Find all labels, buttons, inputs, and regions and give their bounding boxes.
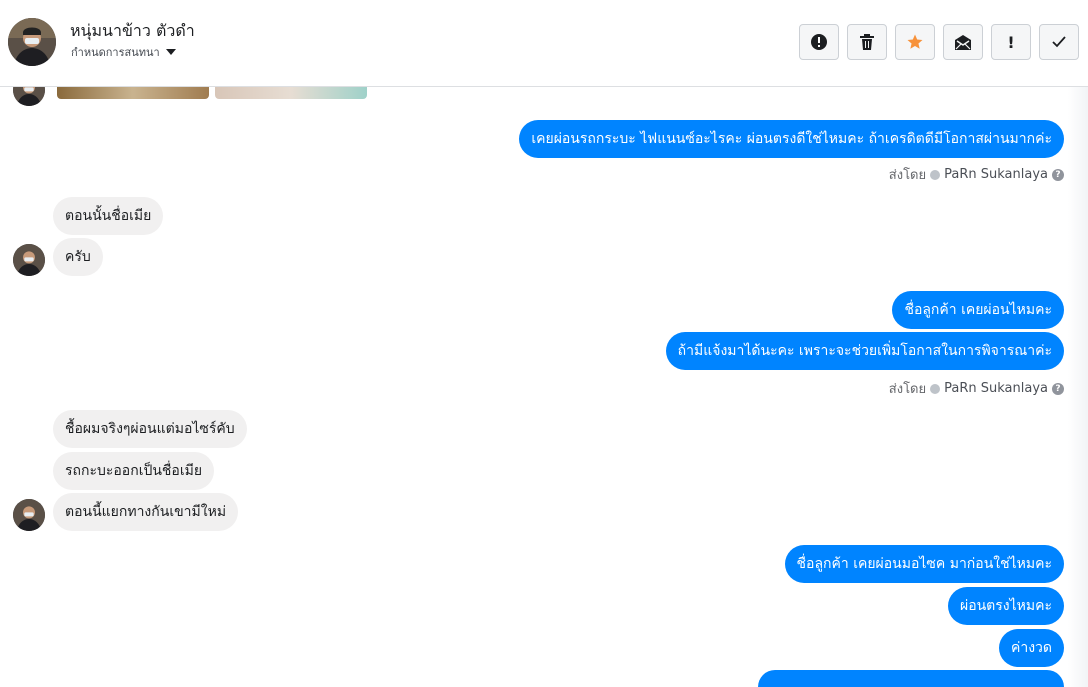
- sent-by-label: ส่งโดย PaRn Sukanlaya ?: [889, 164, 1064, 185]
- image-attachment[interactable]: [57, 87, 209, 99]
- help-icon[interactable]: ?: [1052, 168, 1064, 181]
- trash-icon: [860, 34, 874, 50]
- attachment-thumbnails: [57, 87, 367, 99]
- contact-name[interactable]: หนุ่มนาข้าว ตัวดำ: [70, 19, 195, 44]
- contact-avatar-small: [13, 499, 45, 531]
- sent-by-prefix: ส่งโดย: [888, 382, 927, 397]
- star-button[interactable]: [895, 24, 935, 60]
- outgoing-message-partial[interactable]: [758, 670, 1064, 687]
- exclamation-icon: !: [1007, 32, 1015, 52]
- checkmark-icon: [1052, 36, 1066, 48]
- outgoing-message[interactable]: เคยผ่อนรถกระบะ ไฟแนนซ์อะไรคะ ผ่อนตรงดีใช…: [519, 120, 1064, 158]
- done-button[interactable]: [1039, 24, 1079, 60]
- conversation-settings-label: กำหนดการสนทนา: [71, 46, 160, 59]
- outgoing-message[interactable]: ชื่อลูกค้า เคยผ่อนไหมคะ: [892, 291, 1064, 329]
- important-button[interactable]: !: [991, 24, 1031, 60]
- sent-by-prefix: ส่งโดย: [888, 168, 927, 183]
- incoming-message[interactable]: ชื้อผมจริงๆผ่อนแต่มอไซร์คับ: [53, 410, 247, 448]
- incoming-message[interactable]: ตอนนั้นชื่อเมีย: [53, 197, 164, 235]
- outgoing-message[interactable]: ชื่อลูกค้า เคยผ่อนมอไซค มาก่อนใช่ไหมคะ: [784, 545, 1064, 583]
- contact-avatar-small: [13, 244, 45, 276]
- incoming-message[interactable]: ครับ: [53, 238, 103, 276]
- incoming-message[interactable]: รถกะบะออกเป็นชื่อเมีย: [53, 452, 215, 490]
- envelope-open-icon: [955, 35, 971, 50]
- message-actions-toolbar: !: [799, 24, 1079, 60]
- alert-circle-icon: [811, 34, 827, 50]
- image-attachment[interactable]: [215, 87, 367, 99]
- caret-down-icon: [165, 49, 176, 55]
- conversation-header: หนุ่มนาข้าว ตัวดำ กำหนดการสนทนา !: [0, 0, 1088, 87]
- verified-badge-icon: [930, 169, 941, 180]
- mark-unread-button[interactable]: [943, 24, 983, 60]
- conversation-settings-dropdown[interactable]: กำหนดการสนทนา: [71, 43, 176, 61]
- scroll-edge-shadow: [1068, 87, 1088, 687]
- help-icon[interactable]: ?: [1052, 382, 1064, 395]
- contact-avatar[interactable]: [8, 18, 56, 66]
- star-icon: [907, 34, 923, 49]
- outgoing-message[interactable]: ค่างวด: [998, 629, 1064, 667]
- outgoing-message[interactable]: ผ่อนตรงไหมคะ: [947, 587, 1064, 625]
- sender-name[interactable]: PaRn Sukanlaya: [944, 167, 1048, 182]
- outgoing-message[interactable]: ถ้ามีแจ้งมาได้นะคะ เพราะจะช่วยเพิ่มโอกาส…: [665, 332, 1064, 370]
- delete-button[interactable]: [847, 24, 887, 60]
- sender-name[interactable]: PaRn Sukanlaya: [944, 381, 1048, 396]
- verified-badge-icon: [930, 383, 941, 394]
- report-button[interactable]: [799, 24, 839, 60]
- incoming-message[interactable]: ตอนนี้แยกทางกันเขามีใหม่: [53, 493, 239, 531]
- sent-by-label: ส่งโดย PaRn Sukanlaya ?: [889, 378, 1064, 399]
